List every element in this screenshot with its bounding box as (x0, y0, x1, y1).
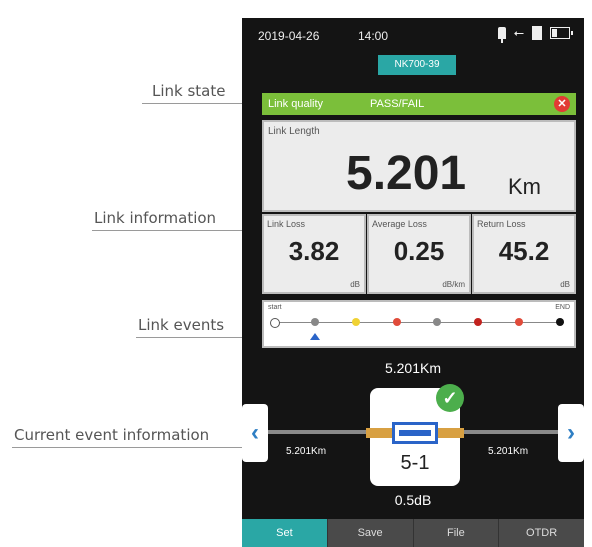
distance-left: 5.201Km (286, 446, 327, 457)
callout-line-link-information (92, 230, 262, 231)
callout-link-events: Link events (138, 316, 225, 334)
metric-label: Return Loss (477, 219, 526, 229)
event-marker[interactable] (310, 318, 319, 326)
tab-set[interactable]: Set (242, 519, 327, 547)
next-event-button[interactable]: › (558, 404, 584, 462)
event-loss: 0.5dB (394, 492, 432, 508)
tab-save[interactable]: Save (326, 519, 413, 547)
event-marker[interactable] (474, 318, 483, 326)
link-events-panel[interactable]: start END (262, 300, 576, 348)
event-marker[interactable] (515, 318, 524, 326)
metric-unit: dB/km (442, 280, 465, 289)
chevron-right-icon: › (567, 419, 575, 446)
metric-link-loss: Link Loss 3.82 dB (262, 214, 366, 294)
link-quality-result: PASS/FAIL (370, 98, 425, 110)
metric-unit: dB (350, 280, 360, 289)
events-end-label: END (555, 304, 570, 311)
metric-average-loss: Average Loss 0.25 dB/km (367, 214, 471, 294)
event-id: 5-1 (400, 452, 430, 474)
metric-value: 3.82 (288, 236, 340, 266)
power-plug-icon (497, 27, 506, 43)
metric-unit: dB (560, 280, 570, 289)
event-marker[interactable] (392, 318, 401, 326)
current-event-distance: 5.201Km (384, 360, 442, 376)
metric-value: 45.2 (498, 236, 550, 266)
metric-return-loss: Return Loss 45.2 dB (472, 214, 576, 294)
link-length-unit: Km (508, 174, 541, 199)
metric-label: Average Loss (372, 219, 427, 229)
device-id-badge: NK700-39 (378, 55, 456, 75)
prev-event-button[interactable]: ‹ (242, 404, 268, 462)
sd-card-icon (532, 26, 542, 40)
check-icon: ✓ (436, 384, 464, 412)
current-event-card[interactable]: ✓ 5-1 (366, 384, 464, 486)
link-quality-bar: Link quality PASS/FAIL ✕ (262, 93, 576, 115)
callout-link-information: Link information (94, 209, 217, 227)
callout-line-current-event (12, 447, 242, 448)
status-bar: 2019-04-26 14:00 ⭠ (242, 18, 584, 54)
metric-label: Link Loss (267, 219, 306, 229)
metric-value: 0.25 (393, 236, 445, 266)
link-length-panel: Link Length 5.201 Km (262, 120, 576, 212)
events-start-label: start (268, 304, 282, 311)
bottom-tabbar: Set Save File OTDR (242, 519, 584, 547)
link-quality-label: Link quality (268, 98, 324, 110)
tab-otdr[interactable]: OTDR (498, 519, 584, 547)
battery-icon (550, 27, 573, 39)
connector-icon (392, 422, 438, 444)
device-screen: 2019-04-26 14:00 ⭠ NK700-39 Link quality… (242, 18, 584, 547)
status-icons: ⭠ (497, 25, 573, 43)
distance-right: 5.201Km (488, 446, 529, 457)
selected-event-cursor (309, 333, 320, 340)
status-time: 14:00 (358, 29, 389, 43)
chevron-left-icon: ‹ (251, 419, 259, 446)
link-length-label: Link Length (268, 126, 320, 137)
event-marker[interactable] (270, 318, 280, 328)
tab-file[interactable]: File (412, 519, 499, 547)
link-length-value: 5.201 (346, 147, 467, 200)
usb-icon: ⭠ (513, 25, 524, 40)
status-date: 2019-04-26 (258, 29, 320, 43)
callout-current-event-information: Current event information (14, 426, 210, 444)
event-marker[interactable] (556, 318, 564, 326)
callout-link-state: Link state (152, 82, 226, 100)
event-marker[interactable] (351, 318, 360, 326)
event-marker[interactable] (433, 318, 442, 326)
fail-x-icon: ✕ (554, 96, 570, 112)
